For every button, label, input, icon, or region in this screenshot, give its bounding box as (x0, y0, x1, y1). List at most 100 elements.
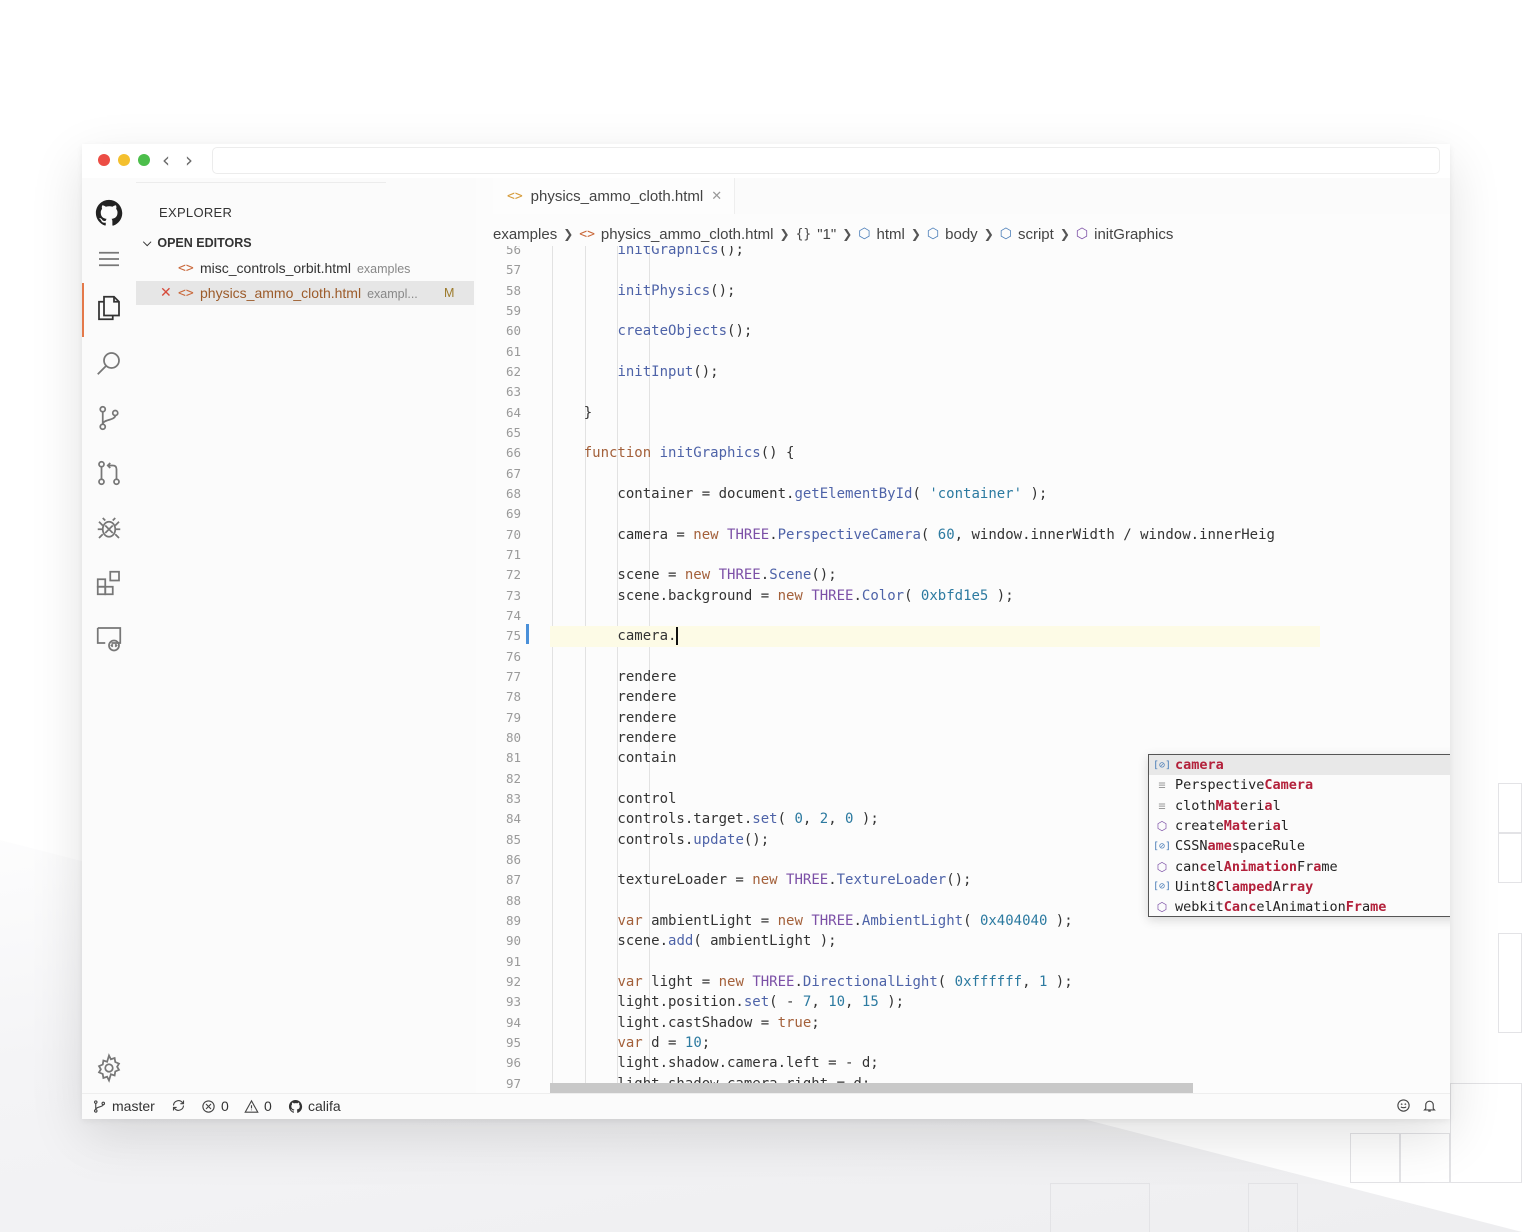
feedback-button[interactable] (1396, 1098, 1411, 1113)
code-line[interactable]: var light = new THREE.DirectionalLight( … (550, 972, 1320, 992)
close-window-button[interactable] (98, 154, 110, 166)
text-icon: ≡ (1158, 778, 1166, 793)
horizontal-scrollbar[interactable] (550, 1083, 1193, 1093)
code-line[interactable]: initInput(); (550, 362, 1320, 382)
breadcrumb-function[interactable]: initGraphics (1094, 226, 1173, 243)
remote-explorer-icon[interactable] (82, 613, 136, 663)
code-line[interactable]: rendere (550, 687, 1320, 707)
code-line[interactable]: light.shadow.camera.left = - d; (550, 1053, 1320, 1073)
code-line[interactable]: container = document.getElementById( 'co… (550, 484, 1320, 504)
suggestion-item[interactable]: ⬡ createMaterial (1149, 816, 1450, 836)
suggestion-label: CSSNamespaceRule (1175, 838, 1306, 855)
sync-button[interactable] (171, 1098, 186, 1113)
code-line[interactable] (550, 606, 1320, 626)
code-line[interactable] (550, 464, 1320, 484)
background-grid-tile (1498, 933, 1522, 1033)
breadcrumb-body[interactable]: body (945, 226, 978, 243)
chevron-down-icon: ⌵ (143, 236, 152, 249)
error-icon (202, 1099, 215, 1113)
code-line[interactable]: scene.add( ambientLight ); (550, 931, 1320, 951)
suggestion-item[interactable]: ⬡ webkitCancelAnimationFrame (1149, 897, 1450, 917)
pull-request-icon[interactable] (82, 448, 136, 498)
suggestion-item[interactable]: ⬡ cancelAnimationFrame (1149, 857, 1450, 877)
settings-gear-icon[interactable] (82, 1043, 136, 1093)
variable-icon: [⊘] (1153, 881, 1172, 893)
breadcrumb-html[interactable]: html (877, 226, 905, 243)
code-line[interactable]: initPhysics(); (550, 281, 1320, 301)
code-line[interactable] (550, 301, 1320, 321)
code-line[interactable]: camera. (550, 626, 1320, 647)
source-control-icon[interactable] (82, 393, 136, 443)
tab-label: physics_ammo_cloth.html (530, 187, 704, 205)
code-line[interactable]: rendere (550, 728, 1320, 748)
suggestion-label: webkitCancelAnimationFrame (1175, 899, 1387, 916)
line-number: 82 (505, 770, 521, 786)
method-cube-icon: ⬡ (1075, 226, 1089, 242)
suggestion-label: cancelAnimationFrame (1175, 858, 1338, 875)
open-editor-item-active[interactable]: ✕ <> physics_ammo_cloth.html exampl... M (136, 281, 474, 305)
code-line[interactable]: createObjects(); (550, 321, 1320, 341)
code-line[interactable] (550, 260, 1320, 280)
debug-icon[interactable] (82, 503, 136, 553)
close-icon[interactable]: ✕ (160, 285, 172, 301)
breadcrumb-folder[interactable]: examples (493, 226, 557, 243)
suggestion-item[interactable]: ≡ PerspectiveCamera (1149, 775, 1450, 795)
close-tab-icon[interactable]: ✕ (711, 189, 722, 204)
code-line[interactable]: initGraphics(); (550, 246, 1320, 260)
open-editor-item[interactable]: <> misc_controls_orbit.html examples (136, 256, 474, 280)
notifications-button[interactable] (1422, 1098, 1437, 1113)
breadcrumb-file[interactable]: physics_ammo_cloth.html (601, 226, 774, 243)
extensions-icon[interactable] (82, 558, 136, 608)
variable-icon: [⊘] (1153, 840, 1172, 852)
tab-physics-ammo-cloth[interactable]: <> physics_ammo_cloth.html ✕ (493, 178, 735, 214)
back-arrow-icon[interactable]: ‹ (162, 148, 170, 172)
suggestion-item[interactable]: [⊘]cameravar camera: any (1149, 755, 1450, 776)
breadcrumb-script[interactable]: script (1018, 226, 1054, 243)
code-line[interactable]: rendere (550, 708, 1320, 728)
code-line[interactable]: function initGraphics() { (550, 443, 1320, 463)
open-editors-header[interactable]: ⌵ OPEN EDITORS (143, 236, 252, 250)
github-icon (288, 1099, 303, 1113)
code-line[interactable]: rendere (550, 667, 1320, 687)
line-number: 78 (505, 689, 521, 705)
forward-arrow-icon[interactable]: › (185, 148, 193, 172)
code-line[interactable]: camera = new THREE.PerspectiveCamera( 60… (550, 525, 1320, 545)
problems-warnings[interactable]: 0 (244, 1098, 272, 1114)
line-number: 83 (505, 790, 521, 806)
autocomplete-suggestions: [⊘]cameravar camera: any ≡ PerspectiveCame… (1148, 754, 1450, 917)
branch-name: master (112, 1098, 155, 1114)
search-icon[interactable] (82, 338, 136, 388)
suggestion-item[interactable]: [⊘] CSSNamespaceRule (1149, 836, 1450, 856)
branch-indicator[interactable]: master (92, 1098, 155, 1114)
code-editor[interactable]: 56 57 58 59 60 61 62 63 64 65 66 67 68 69 70 71 72 73 74 75… (493, 246, 1450, 1093)
code-content[interactable]: initGraphics(); initPhysics(); createObj… (550, 246, 1320, 1093)
github-account[interactable]: califa (288, 1098, 341, 1114)
code-line[interactable]: } (550, 403, 1320, 423)
code-line[interactable]: scene = new THREE.Scene(); (550, 565, 1320, 585)
maximize-window-button[interactable] (138, 154, 150, 166)
method-cube-icon: ⬡ (1156, 900, 1168, 915)
suggestion-item[interactable]: ≡ clothMaterial (1149, 796, 1450, 816)
code-line[interactable] (550, 504, 1320, 524)
menu-icon[interactable] (82, 234, 136, 284)
code-line[interactable] (550, 382, 1320, 402)
sidebar-divider (136, 182, 386, 183)
code-line[interactable]: light.castShadow = true; (550, 1013, 1320, 1033)
code-line[interactable] (550, 545, 1320, 565)
breadcrumb-block[interactable]: "1" (817, 226, 836, 243)
activity-bar (82, 178, 136, 1093)
problems-errors[interactable]: 0 (201, 1098, 229, 1114)
code-line[interactable] (550, 647, 1320, 667)
code-line[interactable]: light.position.set( - 7, 10, 15 ); (550, 992, 1320, 1012)
explorer-files-icon[interactable] (82, 283, 136, 337)
code-line[interactable]: scene.background = new THREE.Color( 0xbf… (550, 586, 1320, 606)
code-line[interactable] (550, 423, 1320, 443)
code-line[interactable]: var d = 10; (550, 1033, 1320, 1053)
code-line[interactable] (550, 342, 1320, 362)
code-line[interactable] (550, 952, 1320, 972)
address-bar[interactable] (212, 147, 1440, 174)
suggestion-item[interactable]: [⊘] Uint8ClampedArray (1149, 877, 1450, 897)
braces-icon: {} (795, 226, 812, 242)
github-logo-icon[interactable] (82, 188, 136, 238)
minimize-window-button[interactable] (118, 154, 130, 166)
